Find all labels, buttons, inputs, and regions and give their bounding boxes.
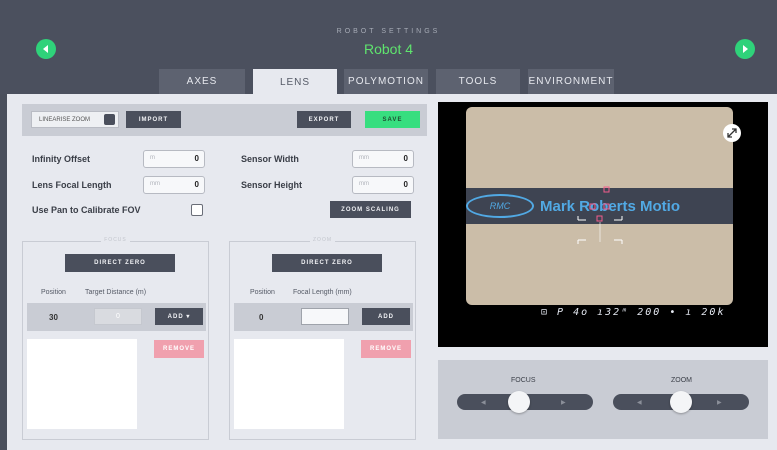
lens-focal-length-field[interactable]: mm 0	[143, 176, 205, 194]
tab-environment[interactable]: ENVIRONMENT	[528, 69, 614, 94]
focus-slider-knob[interactable]	[508, 391, 531, 413]
focus-remove-button[interactable]: REMOVE	[154, 340, 204, 358]
focus-increase-icon[interactable]: ▶	[561, 399, 566, 406]
focus-reticle-icon	[577, 186, 623, 244]
zoom-panel: ZOOM DIRECT ZERO Position Focal Length (…	[229, 237, 416, 440]
sensor-height-unit: mm	[359, 181, 369, 187]
camera-readout: ⊡ P 4o ı32ᵐ 200 • ı 20k	[541, 307, 726, 318]
camera-image: RMC Mark Roberts Motio	[466, 107, 733, 305]
sensor-width-field[interactable]: mm 0	[352, 150, 414, 168]
linearise-zoom-switch[interactable]	[104, 114, 115, 125]
zoom-scaling-button[interactable]: ZOOM SCALING	[330, 201, 411, 218]
camera-logo: RMC	[466, 194, 534, 218]
focus-list[interactable]	[27, 339, 137, 429]
zoom-col-position: Position	[250, 289, 275, 296]
zoom-focal-input[interactable]	[301, 308, 349, 325]
linearise-zoom-toggle[interactable]: LINEARISE ZOOM	[31, 111, 119, 128]
use-pan-label: Use Pan to Calibrate FOV	[32, 205, 141, 215]
lens-focal-length-unit: mm	[150, 181, 160, 187]
focus-decrease-icon[interactable]: ◀	[481, 399, 486, 406]
zoom-table-row: 0 ADD	[234, 303, 413, 331]
tab-axes[interactable]: AXES	[159, 69, 245, 94]
focus-add-button[interactable]: ADD ▾	[155, 308, 203, 325]
focus-table-row: 30 0 ADD ▾	[27, 303, 206, 331]
focus-direct-zero-button[interactable]: DIRECT ZERO	[65, 254, 175, 272]
header: ROBOT SETTINGS Robot 4 AXES LENS POLYMOT…	[0, 0, 777, 95]
chevron-right-icon	[743, 45, 748, 53]
linearise-zoom-label: LINEARISE ZOOM	[39, 116, 91, 123]
header-subtitle: ROBOT SETTINGS	[336, 28, 441, 35]
infinity-offset-field[interactable]: m 0	[143, 150, 205, 168]
sensor-height-value: 0	[403, 180, 408, 189]
lens-focal-length-value: 0	[194, 180, 199, 189]
focus-control-label: FOCUS	[511, 377, 536, 384]
focus-panel: FOCUS DIRECT ZERO Position Target Distan…	[22, 237, 209, 440]
camera-preview: RMC Mark Roberts Motio ⊡ P 4o ı32ᵐ 200 •…	[438, 102, 768, 347]
zoom-slider-knob[interactable]	[670, 391, 692, 413]
expand-icon	[727, 128, 737, 138]
infinity-offset-label: Infinity Offset	[32, 154, 90, 164]
save-button[interactable]: SAVE	[365, 111, 420, 128]
tab-bar: AXES LENS POLYMOTION TOOLS ENVIRONMENT	[0, 69, 777, 95]
focus-panel-title: FOCUS	[101, 237, 130, 243]
infinity-offset-value: 0	[194, 154, 199, 163]
import-button[interactable]: IMPORT	[126, 111, 181, 128]
robot-title: Robot 4	[363, 41, 414, 57]
focus-col-position: Position	[41, 289, 66, 296]
export-button[interactable]: EXPORT	[297, 111, 351, 128]
zoom-control-label: ZOOM	[671, 377, 692, 384]
zoom-remove-button[interactable]: REMOVE	[361, 340, 411, 358]
next-robot-button[interactable]	[735, 39, 755, 59]
lens-controls-panel: FOCUS ◀ ▶ ZOOM ◀ ▶	[438, 360, 768, 439]
zoom-direct-zero-button[interactable]: DIRECT ZERO	[272, 254, 382, 272]
focus-slider[interactable]: ◀ ▶	[457, 391, 593, 413]
focus-row-position: 30	[49, 313, 58, 322]
sensor-height-field[interactable]: mm 0	[352, 176, 414, 194]
zoom-increase-icon[interactable]: ▶	[717, 399, 722, 406]
sensor-width-label: Sensor Width	[241, 154, 299, 164]
focus-col-target: Target Distance (m)	[85, 289, 147, 296]
tab-polymotion[interactable]: POLYMOTION	[344, 69, 428, 94]
zoom-row-position: 0	[259, 313, 264, 322]
infinity-offset-unit: m	[150, 155, 155, 161]
focus-target-input[interactable]: 0	[94, 308, 142, 325]
tab-lens[interactable]: LENS	[253, 69, 337, 95]
zoom-list[interactable]	[234, 339, 344, 429]
zoom-panel-title: ZOOM	[310, 237, 335, 243]
expand-button[interactable]	[723, 124, 741, 142]
zoom-slider[interactable]: ◀ ▶	[613, 391, 749, 413]
zoom-decrease-icon[interactable]: ◀	[637, 399, 642, 406]
sensor-width-value: 0	[403, 154, 408, 163]
zoom-col-focal: Focal Length (mm)	[293, 289, 352, 296]
tab-tools[interactable]: TOOLS	[436, 69, 520, 94]
lens-focal-length-label: Lens Focal Length	[32, 180, 112, 190]
lens-settings-content: LINEARISE ZOOM IMPORT EXPORT SAVE Infini…	[7, 94, 777, 450]
sensor-height-label: Sensor Height	[241, 180, 303, 190]
lens-toolbar: LINEARISE ZOOM IMPORT EXPORT SAVE	[22, 104, 427, 136]
zoom-add-button[interactable]: ADD	[362, 308, 410, 325]
sensor-width-unit: mm	[359, 155, 369, 161]
use-pan-checkbox[interactable]	[191, 204, 203, 216]
